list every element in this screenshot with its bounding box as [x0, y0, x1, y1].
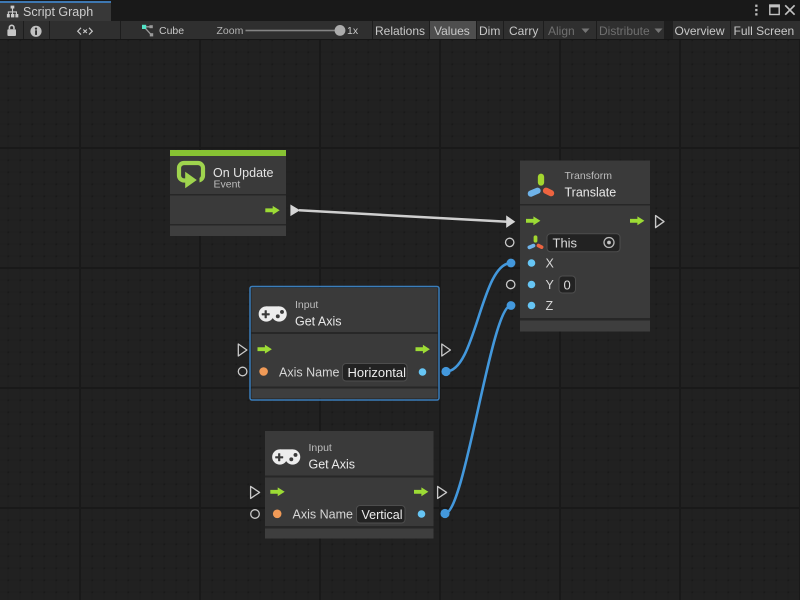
svg-text:Axis Name: Axis Name: [293, 508, 353, 522]
svg-text:Z: Z: [546, 299, 554, 313]
svg-text:Horizontal: Horizontal: [348, 365, 407, 380]
svg-text:Transform: Transform: [565, 170, 613, 182]
svg-text:Get Axis: Get Axis: [309, 458, 356, 472]
svg-text:Event: Event: [214, 178, 241, 190]
svg-text:Axis Name: Axis Name: [279, 366, 339, 380]
svg-text:Input: Input: [295, 299, 318, 311]
svg-text:Input: Input: [309, 442, 332, 454]
svg-text:0: 0: [564, 278, 571, 293]
svg-text:Vertical: Vertical: [362, 508, 403, 522]
svg-text:Get Axis: Get Axis: [295, 315, 342, 329]
svg-text:Translate: Translate: [565, 186, 617, 200]
svg-text:Y: Y: [546, 278, 555, 292]
svg-text:This: This: [553, 236, 578, 251]
svg-text:X: X: [546, 257, 555, 271]
